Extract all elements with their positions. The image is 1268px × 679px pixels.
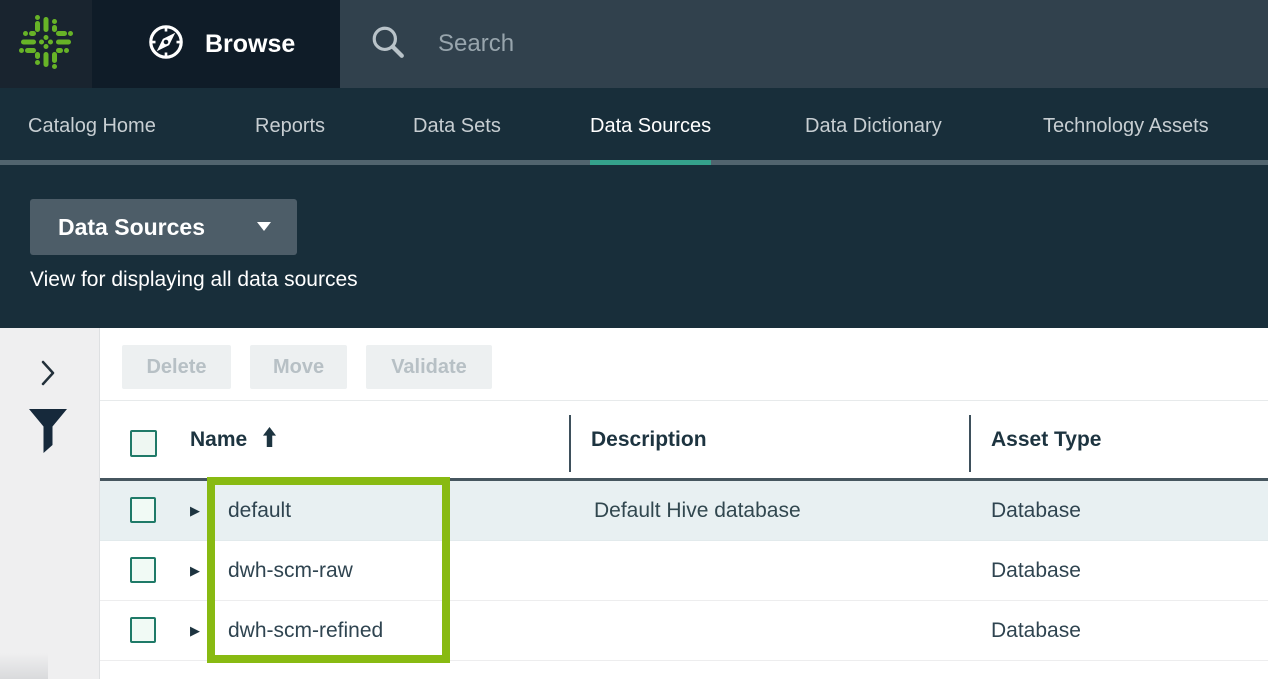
column-divider (569, 415, 571, 472)
data-sources-panel: Delete Move Validate Name Description As… (100, 328, 1268, 679)
compass-icon (145, 21, 187, 68)
cell-name[interactable]: default (228, 481, 291, 541)
search-icon (370, 24, 406, 65)
column-header-label: Name (190, 428, 247, 452)
filter-funnel-icon (28, 442, 68, 457)
tab-label: Reports (255, 115, 325, 138)
tab-data-dictionary[interactable]: Data Dictionary (805, 88, 942, 165)
table-header-row: Name Description Asset Type (100, 401, 1268, 478)
tab-catalog-home[interactable]: Catalog Home (28, 88, 156, 165)
row-expand-icon[interactable]: ▶ (190, 481, 210, 541)
active-tab-underline (590, 160, 711, 165)
row-checkbox[interactable] (130, 557, 156, 583)
app-logo[interactable] (0, 0, 92, 88)
view-header: Data Sources View for displaying all dat… (0, 165, 1268, 328)
cell-name[interactable]: dwh-scm-refined (228, 601, 383, 661)
select-all-checkbox[interactable] (130, 430, 157, 457)
column-divider (969, 415, 971, 472)
cell-asset-type: Database (991, 601, 1081, 661)
row-expand-icon[interactable]: ▶ (190, 601, 210, 661)
tab-label: Technology Assets (1043, 115, 1209, 138)
tab-label: Data Dictionary (805, 115, 942, 138)
column-header-asset-type[interactable]: Asset Type (991, 401, 1102, 478)
move-button[interactable]: Move (250, 345, 347, 389)
row-checkbox[interactable] (130, 617, 156, 643)
validate-button[interactable]: Validate (366, 345, 492, 389)
tab-data-sources[interactable]: Data Sources (590, 88, 711, 165)
browse-menu-button[interactable]: Browse (95, 0, 340, 88)
tab-label: Data Sources (590, 115, 711, 138)
row-checkbox[interactable] (130, 497, 156, 523)
view-selector-button[interactable]: Data Sources (30, 199, 297, 255)
table-row[interactable]: ▶ default Default Hive database Database (100, 481, 1268, 541)
column-header-label: Description (591, 428, 707, 452)
chevron-right-icon (40, 375, 56, 390)
tab-label: Catalog Home (28, 115, 156, 138)
delete-button[interactable]: Delete (122, 345, 231, 389)
sort-ascending-icon (262, 427, 277, 453)
tab-reports[interactable]: Reports (255, 88, 325, 165)
column-header-label: Asset Type (991, 428, 1102, 452)
tab-technology-assets[interactable]: Technology Assets (1043, 88, 1209, 165)
column-header-description[interactable]: Description (591, 401, 707, 478)
view-subtitle: View for displaying all data sources (30, 268, 358, 292)
browse-label: Browse (205, 30, 295, 59)
search-bar[interactable] (340, 0, 1268, 88)
expand-sidebar-button[interactable] (34, 358, 62, 390)
row-expand-icon[interactable]: ▶ (190, 541, 210, 601)
column-header-name[interactable]: Name (190, 401, 277, 478)
filter-button[interactable] (28, 408, 68, 454)
top-bar: Browse (0, 0, 1268, 88)
chevron-down-icon (257, 220, 271, 235)
tab-data-sets[interactable]: Data Sets (413, 88, 501, 165)
cell-asset-type: Database (991, 541, 1081, 601)
filter-sidebar-collapsed (0, 328, 100, 679)
tab-label: Data Sets (413, 115, 501, 138)
cell-asset-type: Database (991, 481, 1081, 541)
search-input[interactable] (438, 30, 1138, 58)
cell-name[interactable]: dwh-scm-raw (228, 541, 353, 601)
view-selector-label: Data Sources (58, 214, 205, 241)
primary-nav: Catalog Home Reports Data Sets Data Sour… (0, 88, 1268, 165)
table-row[interactable]: ▶ dwh-scm-raw Database (100, 541, 1268, 601)
main-content: Delete Move Validate Name Description As… (0, 328, 1268, 679)
logo-icon (18, 14, 74, 75)
cell-description: Default Hive database (594, 481, 801, 541)
table-row[interactable]: ▶ dwh-scm-refined Database (100, 601, 1268, 661)
